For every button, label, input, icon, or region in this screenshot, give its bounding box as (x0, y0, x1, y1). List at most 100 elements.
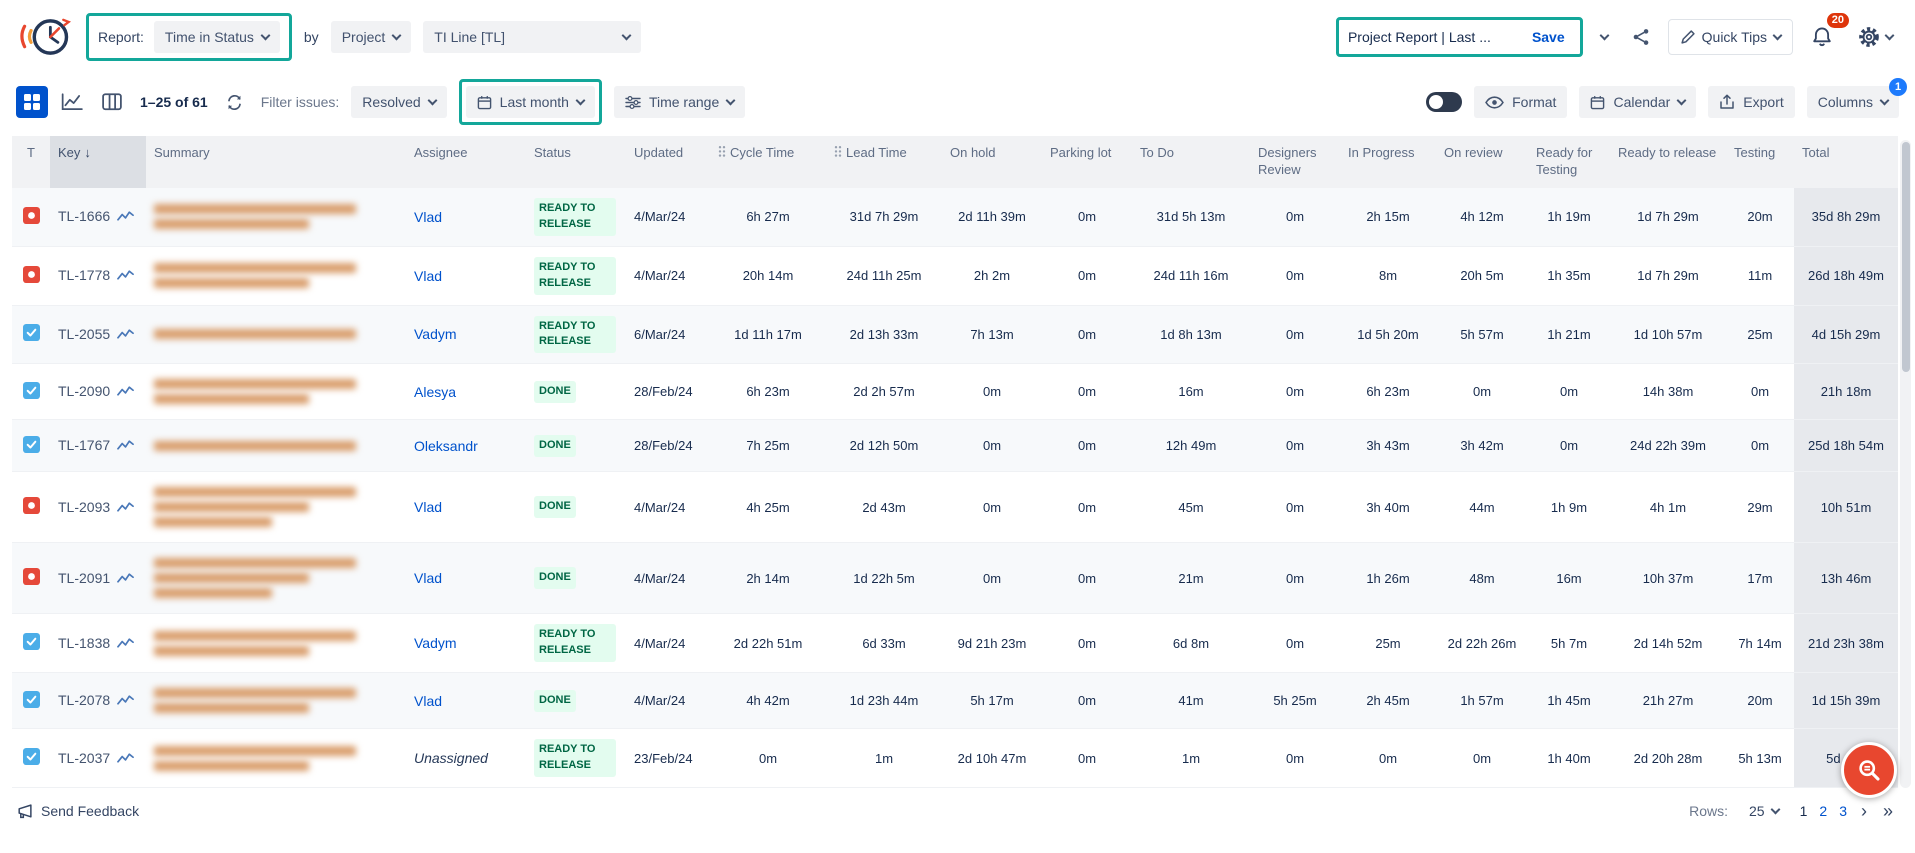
status-badge: READY TO RELEASE (534, 739, 616, 777)
column-header-cycle-time[interactable]: Cycle Time (710, 136, 826, 188)
issue-summary-cell (146, 246, 406, 305)
time-in-status-cell: 20h 5m (1436, 246, 1528, 305)
issue-key-link[interactable]: TL-1666 (58, 208, 110, 224)
search-fab[interactable] (1841, 742, 1897, 798)
issue-key-link[interactable]: TL-2037 (58, 750, 110, 766)
page-3[interactable]: 3 (1839, 803, 1847, 819)
app-logo[interactable] (16, 13, 74, 61)
column-header-summary[interactable]: Summary (146, 136, 406, 188)
refresh-button[interactable] (220, 88, 249, 117)
column-header-parking-lot[interactable]: Parking lot (1042, 136, 1132, 188)
column-header-ready-for-testing[interactable]: Ready for Testing (1528, 136, 1610, 188)
issue-row: TL-1767OleksandrDONE28/Feb/247h 25m2d 12… (12, 420, 1898, 472)
page-1[interactable]: 1 (1800, 803, 1808, 819)
chevron-down-icon (1599, 30, 1609, 40)
issue-trend-chart-icon[interactable] (117, 752, 134, 767)
rows-label: Rows: (1689, 803, 1728, 819)
column-header-assignee[interactable]: Assignee (406, 136, 526, 188)
issue-trend-chart-icon[interactable] (117, 385, 134, 400)
column-header-status[interactable]: Status (526, 136, 626, 188)
sort-descending-icon: ↓ (84, 145, 91, 160)
last-page-button[interactable]: » (1881, 802, 1895, 820)
assignee-link[interactable]: Vadym (414, 635, 457, 651)
issue-summary-cell (146, 543, 406, 614)
issue-trend-chart-icon[interactable] (117, 572, 134, 587)
column-header-updated[interactable]: Updated (626, 136, 710, 188)
chart-view-button[interactable] (56, 86, 88, 118)
share-button[interactable] (1626, 22, 1656, 52)
issue-trend-chart-icon[interactable] (117, 637, 134, 652)
notifications-button[interactable]: 20 (1805, 20, 1839, 54)
board-view-button[interactable] (96, 86, 128, 118)
settings-button[interactable] (1851, 19, 1899, 55)
quick-tips-button[interactable]: Quick Tips (1668, 19, 1793, 55)
issue-key-link[interactable]: TL-2090 (58, 383, 110, 399)
issue-key-link[interactable]: TL-1838 (58, 635, 110, 651)
issue-key-link[interactable]: TL-1778 (58, 267, 110, 283)
columns-button[interactable]: Columns 1 (1807, 86, 1899, 118)
time-range-select[interactable]: Time range (614, 86, 745, 118)
send-feedback-button[interactable]: Send Feedback (16, 803, 139, 819)
column-header-t[interactable]: T (12, 136, 50, 188)
grid-view-button[interactable] (16, 86, 48, 118)
issue-key-link[interactable]: TL-2091 (58, 570, 110, 586)
issue-key-link[interactable]: TL-2093 (58, 499, 110, 515)
vertical-scrollbar[interactable] (1900, 140, 1911, 788)
assignee-link[interactable]: Vadym (414, 326, 457, 342)
column-header-designers-review[interactable]: Designers Review (1250, 136, 1340, 188)
issue-trend-chart-icon[interactable] (117, 439, 134, 454)
assignee-link[interactable]: Vlad (414, 499, 442, 515)
status-cell: READY TO RELEASE (526, 614, 626, 673)
scrollbar-thumb[interactable] (1902, 142, 1910, 372)
status-badge: DONE (534, 690, 576, 712)
assignee-link[interactable]: Vlad (414, 268, 442, 284)
report-name-input[interactable] (1348, 29, 1516, 45)
column-header-total[interactable]: Total (1794, 136, 1898, 188)
column-header-lead-time[interactable]: Lead Time (826, 136, 942, 188)
column-header-on-review[interactable]: On review (1436, 136, 1528, 188)
group-by-select[interactable]: Project (331, 21, 412, 53)
drag-handle-icon[interactable] (834, 146, 842, 161)
status-badge: READY TO RELEASE (534, 316, 616, 354)
issue-key-link[interactable]: TL-2055 (58, 326, 110, 342)
issue-trend-chart-icon[interactable] (117, 501, 134, 516)
save-options-dropdown-button[interactable] (1595, 30, 1614, 45)
calendar-button[interactable]: Calendar (1579, 86, 1696, 118)
column-header-ready-to-release[interactable]: Ready to release (1610, 136, 1726, 188)
page-2[interactable]: 2 (1819, 803, 1827, 819)
filter-status-select[interactable]: Resolved (351, 86, 446, 118)
assignee-link[interactable]: Vlad (414, 570, 442, 586)
search-icon (1856, 757, 1882, 783)
updated-cell: 4/Mar/24 (626, 472, 710, 543)
column-header-in-progress[interactable]: In Progress (1340, 136, 1436, 188)
time-in-status-cell: 48m (1436, 543, 1528, 614)
column-header-key[interactable]: Key↓ (50, 136, 146, 188)
issue-key-link[interactable]: TL-2078 (58, 692, 110, 708)
column-header-on-hold[interactable]: On hold (942, 136, 1042, 188)
issue-trend-chart-icon[interactable] (117, 328, 134, 343)
save-button[interactable]: Save (1526, 25, 1571, 49)
assignee-link[interactable]: Vlad (414, 209, 442, 225)
issue-key-link[interactable]: TL-1767 (58, 437, 110, 453)
issue-trend-chart-icon[interactable] (117, 269, 134, 284)
report-type-select[interactable]: Time in Status (154, 21, 280, 53)
column-header-testing[interactable]: Testing (1726, 136, 1794, 188)
assignee-link[interactable]: Alesya (414, 384, 456, 400)
time-in-status-cell: 2d 12h 50m (826, 420, 942, 472)
issue-trend-chart-icon[interactable] (117, 210, 134, 225)
rows-per-page-select[interactable]: 25 (1742, 798, 1786, 824)
time-in-status-cell: 2d 43m (826, 472, 942, 543)
column-header-to-do[interactable]: To Do (1132, 136, 1250, 188)
drag-handle-icon[interactable] (718, 146, 726, 161)
theme-toggle[interactable] (1426, 92, 1462, 112)
project-select[interactable]: TI Line [TL] (423, 21, 641, 53)
assignee-link[interactable]: Oleksandr (414, 438, 478, 454)
next-page-button[interactable]: › (1859, 802, 1869, 820)
time-in-status-cell: 10h 37m (1610, 543, 1726, 614)
assignee-link[interactable]: Vlad (414, 693, 442, 709)
time-in-status-cell: 3h 40m (1340, 472, 1436, 543)
issue-trend-chart-icon[interactable] (117, 694, 134, 709)
format-button[interactable]: Format (1474, 86, 1567, 118)
export-button[interactable]: Export (1708, 86, 1794, 118)
period-select[interactable]: Last month (466, 86, 595, 118)
